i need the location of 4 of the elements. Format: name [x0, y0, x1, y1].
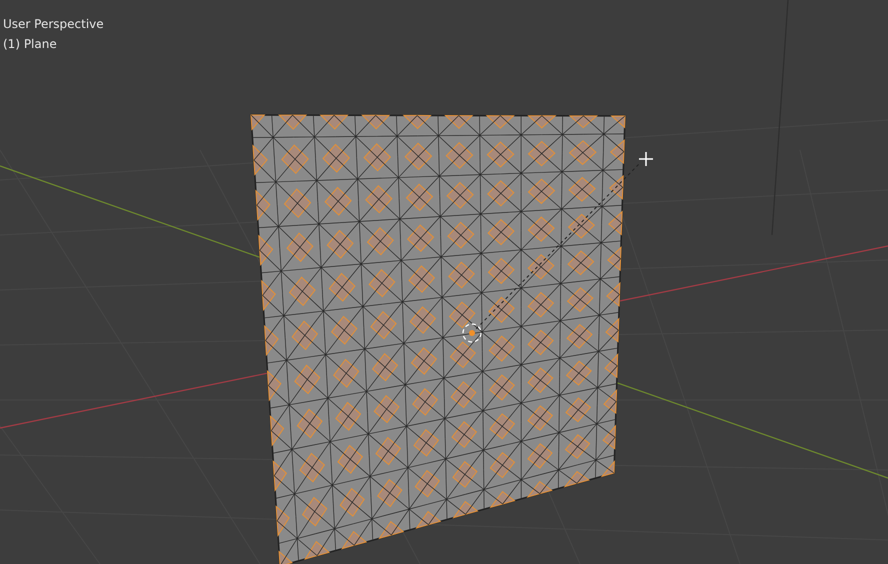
object-origin-icon [462, 323, 482, 343]
cursor-crosshair-icon [639, 152, 653, 166]
object-name: (1) Plane [3, 36, 58, 52]
view-name: User Perspective [3, 16, 104, 32]
